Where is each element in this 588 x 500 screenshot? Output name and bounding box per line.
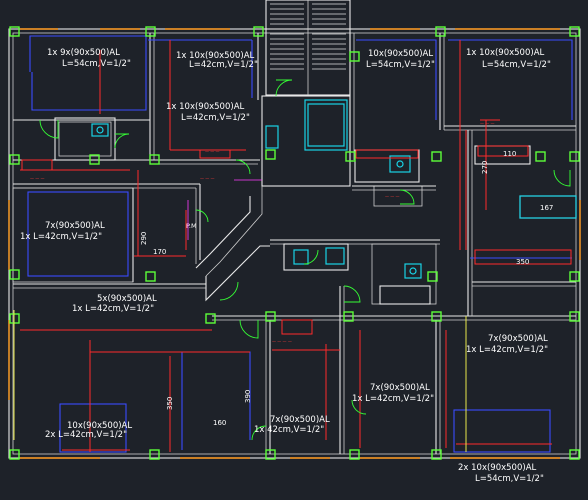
dimension-290: 290 (140, 232, 148, 245)
pipe-note: — — — (30, 176, 45, 181)
unit-label-1-spec: L=54cm,V=1/2" (62, 59, 131, 69)
unit-label-11: 7x(90x500)AL (270, 415, 330, 425)
unit-label-12: 2x 10x(90x500)AL (458, 463, 537, 473)
unit-label-10-spec: 2x L=42cm,V=1/2" (45, 430, 127, 440)
dimension-350-lower: 350 (166, 397, 174, 410)
structural-columns (9, 26, 580, 460)
dimension-167: 167 (540, 204, 553, 212)
unit-label-4-spec: L=54cm,V=1/2" (366, 60, 435, 70)
pipe-note: — — — (205, 149, 220, 154)
pipe-note: — — — (480, 121, 495, 126)
unit-label-7: 5x(90x500)AL (97, 294, 157, 304)
unit-label-4: 10x(90x500)AL (368, 49, 433, 59)
dimension-170: 170 (153, 248, 166, 256)
floor-plan-drawing: — — — — — — — — — — — — — — — — — — — 1x… (8, 0, 581, 484)
unit-label-6: 7x(90x500)AL (45, 221, 105, 231)
pipe-note: — — — (385, 194, 400, 199)
unit-label-8-spec: 1x L=42cm,V=1/2" (466, 345, 548, 355)
stairwell (265, 0, 351, 96)
unit-label-5: 1x 10x(90x500)AL (466, 48, 545, 58)
unit-label-6-spec: 1x L=42cm,V=1/2" (20, 232, 102, 242)
unit-label-3: 1x 10x(90x500)AL (166, 102, 245, 112)
dimension-110: 110 (503, 150, 516, 158)
dimension-390: 390 (244, 390, 252, 403)
pipe-note: — — — (200, 176, 215, 181)
pm-tag: P.M (186, 222, 197, 230)
dimension-160: 160 (213, 419, 226, 427)
interior-walls (12, 33, 577, 454)
dimension-labels: 110 270 167 350 290 170 160 350 390 P.M (140, 150, 553, 427)
dimension-350: 350 (516, 258, 529, 266)
unit-label-9: 7x(90x500)AL (370, 383, 430, 393)
unit-label-12-spec: L=54cm,V=1/2" (475, 474, 544, 484)
unit-label-11-spec: 1x 42cm,V=1/2" (254, 425, 324, 435)
unit-label-3-spec: L=42cm,V=1/2" (181, 113, 250, 123)
dimension-270: 270 (481, 161, 489, 174)
unit-label-2-spec: L=42cm,V=1/2" (189, 60, 258, 70)
unit-label-9-spec: 1x L=42cm,V=1/2" (352, 394, 434, 404)
unit-label-8: 7x(90x500)AL (488, 334, 548, 344)
unit-label-7-spec: 1x L=42cm,V=1/2" (72, 304, 154, 314)
unit-label-1: 1x 9x(90x500)AL (47, 48, 120, 58)
unit-label-5-spec: L=54cm,V=1/2" (482, 60, 551, 70)
pipe-note: — — — — (272, 339, 292, 344)
